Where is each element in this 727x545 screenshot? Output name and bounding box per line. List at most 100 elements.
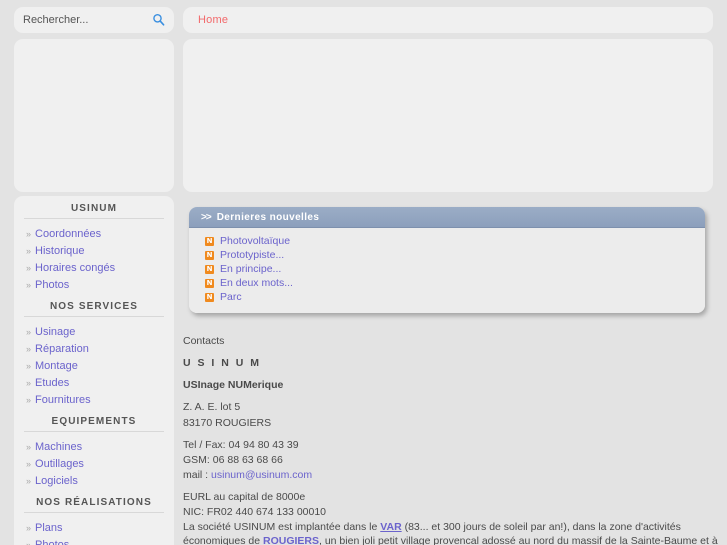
news-item-label[interactable]: Prototypiste... (220, 249, 284, 261)
sidebar-item-label[interactable]: Historique (35, 243, 85, 260)
banner-placeholder-box (183, 39, 713, 192)
sidebar-item-historique[interactable]: » Historique (14, 243, 174, 260)
sidebar-list-usinum: » Coordonnées » Historique » Horaires co… (14, 226, 174, 294)
latest-news-title: Dernieres nouvelles (217, 212, 320, 223)
sidebar-list-nos-realisations: » Plans » Photos (14, 520, 174, 545)
sidebar-item-photos[interactable]: » Photos (14, 277, 174, 294)
main-row: USINUM » Coordonnées » Historique » Hora… (14, 196, 713, 545)
sidebar: USINUM » Coordonnées » Historique » Hora… (14, 196, 174, 545)
sidebar-item-label[interactable]: Horaires congés (35, 260, 115, 277)
sidebar-item-label[interactable]: Etudes (35, 375, 69, 392)
main-navigation: Home (183, 7, 713, 33)
sidebar-item-outillages[interactable]: » Outillages (14, 456, 174, 473)
email-line: mail : usinum@usinum.com (183, 469, 712, 482)
sidebar-item-label[interactable]: Photos (35, 537, 69, 545)
chevron-right-icon: » (26, 392, 31, 409)
chevron-right-icon: » (26, 473, 31, 490)
sidebar-item-photos-realisations[interactable]: » Photos (14, 537, 174, 545)
news-badge-icon: N (205, 279, 214, 288)
sidebar-item-label[interactable]: Plans (35, 520, 63, 537)
sidebar-item-label[interactable]: Outillages (35, 456, 84, 473)
sidebar-item-logiciels[interactable]: » Logiciels (14, 473, 174, 490)
sidebar-item-label[interactable]: Logiciels (35, 473, 78, 490)
news-badge-icon: N (205, 293, 214, 302)
sidebar-section-title-usinum: USINUM (24, 203, 164, 219)
sidebar-section-title-nos-realisations: NOS RÉALISATIONS (24, 497, 164, 513)
nic-line: NIC: FR02 440 674 133 00010 (183, 506, 712, 519)
chevron-right-icon: » (26, 456, 31, 473)
phone-number: Tel / Fax: 04 94 80 43 39 (183, 439, 712, 452)
contacts-heading: Contacts (183, 335, 712, 348)
chevron-right-icon: » (26, 375, 31, 392)
sidebar-item-machines[interactable]: » Machines (14, 439, 174, 456)
hero-row (14, 39, 713, 192)
paragraph-part-1: La société USINUM est implantée dans le (183, 521, 380, 533)
sidebar-item-label[interactable]: Montage (35, 358, 78, 375)
news-item-label[interactable]: En deux mots... (220, 277, 293, 289)
logo-placeholder-box (14, 39, 174, 192)
sidebar-item-fournitures[interactable]: » Fournitures (14, 392, 174, 409)
chevron-right-icon: » (26, 226, 31, 243)
address-line-1: Z. A. E. lot 5 (183, 401, 712, 414)
sidebar-list-equipements: » Machines » Outillages » Logiciels (14, 439, 174, 490)
list-item[interactable]: N Parc (189, 290, 705, 304)
chevron-right-icon: » (26, 243, 31, 260)
news-list: N Photovoltaïque N Prototypiste... N En … (189, 234, 705, 304)
sidebar-item-coordonnees[interactable]: » Coordonnées (14, 226, 174, 243)
sidebar-item-label[interactable]: Réparation (35, 341, 89, 358)
sidebar-section-title-nos-services: NOS SERVICES (24, 301, 164, 317)
intro-paragraph: La société USINUM est implantée dans le … (183, 521, 723, 545)
mobile-number: GSM: 06 88 63 68 66 (183, 454, 712, 467)
latest-news-body: N Photovoltaïque N Prototypiste... N En … (189, 228, 705, 313)
double-chevron-icon: >> (201, 212, 211, 223)
chevron-right-icon: » (26, 324, 31, 341)
search-box[interactable] (14, 7, 174, 33)
nav-item-home[interactable]: Home (198, 14, 228, 26)
contacts-block: Contacts U S I N U M USInage NUMerique Z… (183, 335, 712, 528)
latest-news-header: >> Dernieres nouvelles (189, 207, 705, 228)
company-name: U S I N U M (183, 357, 712, 370)
news-badge-icon: N (205, 237, 214, 246)
chevron-right-icon: » (26, 277, 31, 294)
list-item[interactable]: N Prototypiste... (189, 248, 705, 262)
news-badge-icon: N (205, 251, 214, 260)
sidebar-item-etudes[interactable]: » Etudes (14, 375, 174, 392)
sidebar-list-nos-services: » Usinage » Réparation » Montage » Etude… (14, 324, 174, 409)
sidebar-item-plans[interactable]: » Plans (14, 520, 174, 537)
list-item[interactable]: N En deux mots... (189, 276, 705, 290)
chevron-right-icon: » (26, 520, 31, 537)
chevron-right-icon: » (26, 341, 31, 358)
chevron-right-icon: » (26, 260, 31, 277)
news-item-label[interactable]: En principe... (220, 263, 281, 275)
news-item-label[interactable]: Parc (220, 291, 242, 303)
chevron-right-icon: » (26, 439, 31, 456)
search-icon[interactable] (152, 13, 165, 26)
sidebar-item-label[interactable]: Photos (35, 277, 69, 294)
sidebar-item-label[interactable]: Machines (35, 439, 82, 456)
email-label: mail : (183, 469, 211, 481)
address-line-2: 83170 ROUGIERS (183, 417, 712, 430)
sidebar-item-label[interactable]: Coordonnées (35, 226, 101, 243)
content-area: >> Dernieres nouvelles N Photovoltaïque … (183, 196, 713, 545)
sidebar-item-montage[interactable]: » Montage (14, 358, 174, 375)
sidebar-item-label[interactable]: Fournitures (35, 392, 91, 409)
news-item-label[interactable]: Photovoltaïque (220, 235, 290, 247)
latest-news-box: >> Dernieres nouvelles N Photovoltaïque … (189, 207, 705, 313)
sidebar-item-label[interactable]: Usinage (35, 324, 75, 341)
search-input[interactable] (23, 7, 143, 33)
email-link[interactable]: usinum@usinum.com (211, 469, 312, 481)
chevron-right-icon: » (26, 358, 31, 375)
page-root: Home USINUM » Coordonnées » Historique (0, 0, 727, 545)
list-item[interactable]: N Photovoltaïque (189, 234, 705, 248)
sidebar-item-horaires-conges[interactable]: » Horaires congés (14, 260, 174, 277)
chevron-right-icon: » (26, 537, 31, 545)
sidebar-section-title-equipements: EQUIPEMENTS (24, 416, 164, 432)
sidebar-item-usinage[interactable]: » Usinage (14, 324, 174, 341)
sidebar-item-reparation[interactable]: » Réparation (14, 341, 174, 358)
rougiers-link[interactable]: ROUGIERS (263, 535, 319, 545)
news-badge-icon: N (205, 265, 214, 274)
capital-line: EURL au capital de 8000e (183, 491, 712, 504)
company-tagline: USInage NUMerique (183, 379, 712, 392)
var-link[interactable]: VAR (380, 521, 401, 533)
list-item[interactable]: N En principe... (189, 262, 705, 276)
